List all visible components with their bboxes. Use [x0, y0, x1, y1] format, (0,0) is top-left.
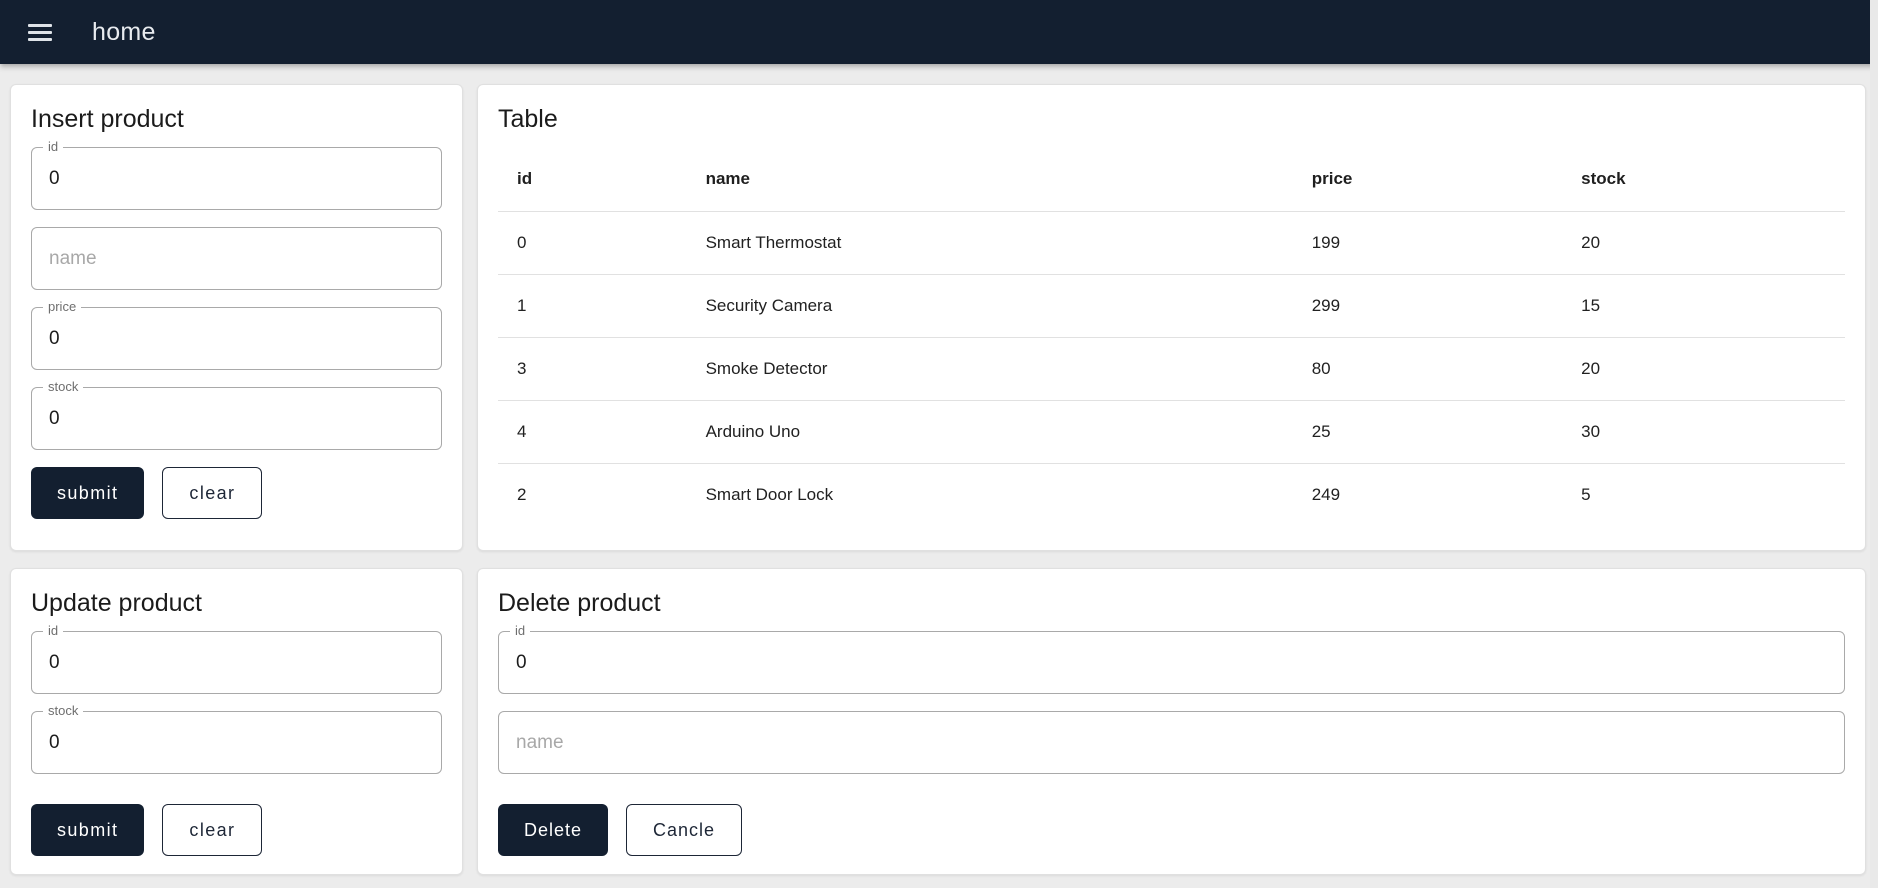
content-area: Insert product id price stock submit cle… — [0, 64, 1878, 888]
delete-product-card: Delete product id Delete Cancle — [477, 568, 1866, 875]
page-title: home — [92, 17, 156, 46]
cell-price: 80 — [1292, 337, 1563, 401]
insert-submit-button[interactable]: submit — [31, 467, 145, 519]
hamburger-menu-button[interactable] — [18, 10, 62, 54]
cell-id: 0 — [498, 211, 687, 275]
delete-product-title: Delete product — [498, 589, 661, 617]
cell-stock: 20 — [1562, 211, 1845, 275]
table-card: Table id name price stock 0 Smart Thermo… — [477, 84, 1866, 551]
delete-id-field: id — [498, 623, 1845, 694]
insert-stock-label: stock — [43, 379, 84, 395]
delete-button-row: Delete Cancle — [498, 804, 1845, 856]
insert-product-title: Insert product — [31, 105, 184, 133]
update-stock-label: stock — [43, 703, 84, 719]
update-id-label: id — [43, 623, 64, 639]
hamburger-icon — [28, 23, 52, 27]
table-row: 4 Arduino Uno 25 30 — [498, 400, 1845, 464]
cell-price: 199 — [1292, 211, 1563, 275]
cell-price: 25 — [1292, 400, 1563, 464]
update-clear-button[interactable]: clear — [162, 804, 263, 856]
insert-stock-input[interactable] — [32, 388, 441, 449]
insert-price-field: price — [31, 299, 442, 370]
insert-id-field: id — [31, 139, 442, 210]
insert-product-card: Insert product id price stock submit cle… — [10, 84, 463, 551]
delete-id-label: id — [510, 623, 531, 639]
update-id-field: id — [31, 623, 442, 694]
insert-price-label: price — [43, 299, 82, 315]
delete-button[interactable]: Delete — [498, 804, 609, 856]
insert-price-input[interactable] — [32, 308, 441, 369]
cell-stock: 30 — [1562, 400, 1845, 464]
table-row: 1 Security Camera 299 15 — [498, 274, 1845, 338]
cell-name: Smoke Detector — [686, 337, 1293, 401]
insert-name-input[interactable] — [32, 228, 441, 289]
column-header-price: price — [1292, 147, 1563, 212]
update-id-input[interactable] — [32, 632, 441, 693]
update-button-row: submit clear — [31, 804, 442, 856]
cell-stock: 20 — [1562, 337, 1845, 401]
column-header-id: id — [498, 147, 687, 212]
cell-name: Smart Door Lock — [705, 484, 834, 504]
app-bar: home — [0, 0, 1878, 64]
insert-id-input[interactable] — [32, 148, 441, 209]
insert-name-field — [31, 227, 442, 290]
table-row: 3 Smoke Detector 80 20 — [498, 337, 1845, 401]
update-stock-input[interactable] — [32, 712, 441, 773]
table-title: Table — [498, 105, 558, 133]
insert-id-label: id — [43, 139, 64, 155]
table-row: 2 Smart Door Lock 249 5 — [498, 463, 1845, 526]
update-submit-button[interactable]: submit — [31, 804, 145, 856]
update-stock-field: stock — [31, 703, 442, 774]
column-header-stock: stock — [1562, 147, 1845, 212]
column-header-name: name — [686, 147, 1293, 212]
delete-id-input[interactable] — [499, 632, 1844, 693]
cancel-button[interactable]: Cancle — [626, 804, 743, 856]
products-table: id name price stock 0 Smart Thermostat 1… — [498, 147, 1845, 526]
cell-name: Arduino Uno — [686, 400, 1293, 464]
insert-button-row: submit clear — [31, 467, 442, 519]
update-product-title: Update product — [31, 589, 202, 617]
insert-stock-field: stock — [31, 379, 442, 450]
insert-clear-button[interactable]: clear — [162, 467, 263, 519]
update-product-card: Update product id stock submit clear — [10, 568, 463, 875]
cell-stock: 5 — [1581, 484, 1591, 504]
cell-name: Smart Thermostat — [686, 211, 1293, 275]
delete-name-input[interactable] — [499, 712, 1844, 773]
table-row: 0 Smart Thermostat 199 20 — [498, 211, 1845, 275]
cell-id: 4 — [498, 400, 687, 464]
cell-stock: 15 — [1562, 274, 1845, 338]
vertical-scrollbar[interactable] — [1870, 0, 1878, 888]
cell-price: 299 — [1292, 274, 1563, 338]
table-header-row: id name price stock — [498, 147, 1845, 212]
cell-name: Security Camera — [686, 274, 1293, 338]
cell-price: 249 — [1311, 484, 1341, 504]
cell-id: 3 — [498, 337, 687, 401]
cell-id: 2 — [517, 484, 527, 504]
delete-name-field — [498, 711, 1845, 774]
cell-id: 1 — [498, 274, 687, 338]
